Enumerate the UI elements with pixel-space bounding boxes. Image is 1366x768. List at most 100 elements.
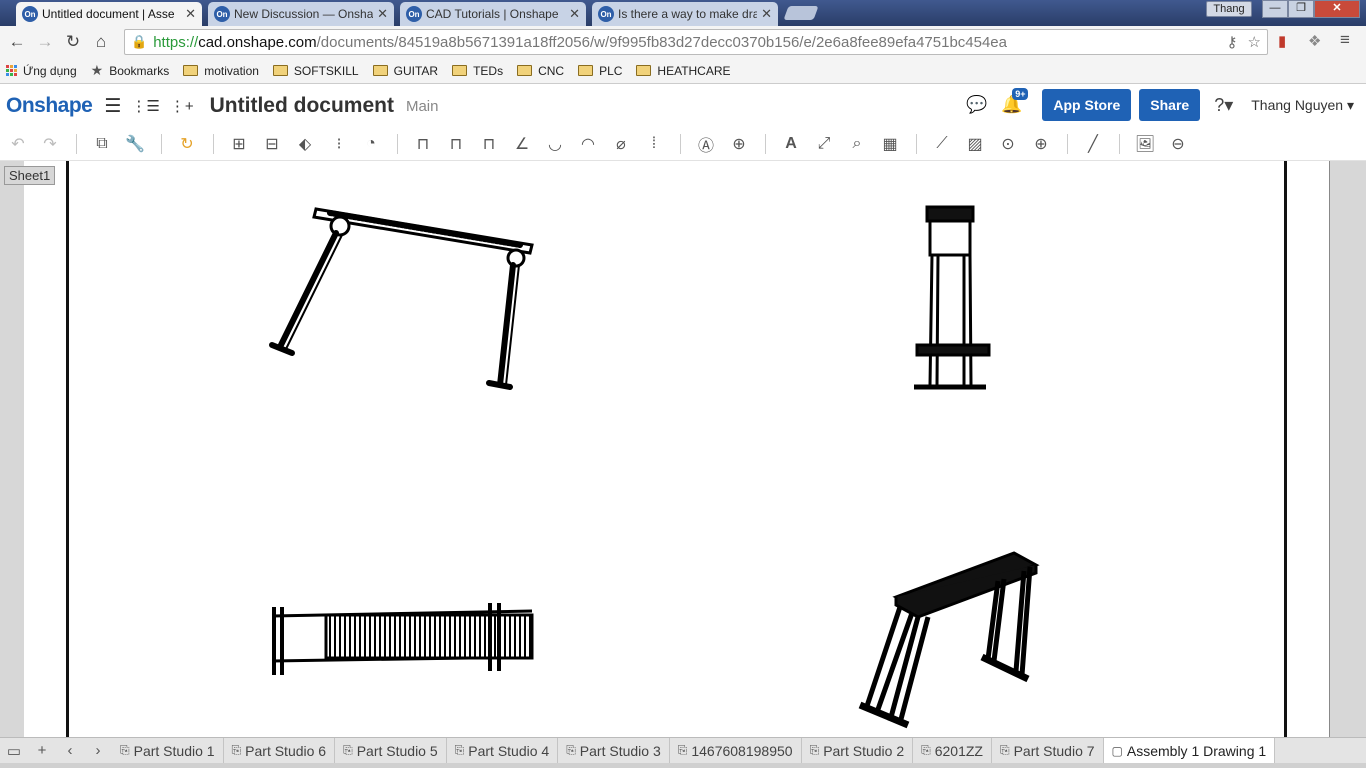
bookmark-folder-softskill[interactable]: SOFTSKILL (272, 64, 359, 78)
point-icon[interactable]: ⊕ (1031, 134, 1051, 154)
detail-view-icon[interactable]: ◔ (361, 134, 381, 154)
browser-tab-title: Is there a way to make dra (618, 7, 758, 21)
auxiliary-view-icon[interactable]: ⬖ (295, 134, 315, 154)
angular-dimension-icon[interactable]: ∠ (512, 134, 532, 154)
home-icon[interactable]: ⌂ (87, 28, 115, 56)
bookmark-bookmarks[interactable]: ★ Bookmarks (91, 62, 170, 79)
insert-view-icon[interactable]: ⊞ (229, 134, 249, 154)
help-icon[interactable]: ?▾ (1214, 95, 1233, 116)
lock-icon[interactable]: 🔒 (131, 34, 147, 50)
close-tab-icon[interactable]: ✕ (185, 6, 196, 22)
scroll-tabs-left-icon[interactable]: ‹ (56, 742, 84, 759)
tab-part-studio-7[interactable]: ⎘ Part Studio 7 (992, 737, 1104, 764)
tab-label: Part Studio 1 (133, 742, 215, 759)
forward-arrow-icon[interactable]: → (31, 28, 59, 56)
leader-icon[interactable]: ⤢ (814, 134, 834, 154)
bookmark-folder-heathcare[interactable]: HEATHCARE (636, 64, 731, 78)
bookmark-folder-teds[interactable]: TEDs (452, 64, 503, 78)
browser-profile-button[interactable]: Thang (1206, 1, 1252, 17)
key-icon[interactable]: ⚷ (1227, 33, 1238, 51)
tab-6201zz[interactable]: ⎘ 6201ZZ (913, 737, 992, 764)
bookmark-folder-cnc[interactable]: CNC (517, 64, 564, 78)
browser-tab-3[interactable]: On Is there a way to make dra ✕ (592, 2, 778, 26)
browser-tab-0[interactable]: On Untitled document | Asse ✕ (16, 2, 202, 26)
app-store-button[interactable]: App Store (1042, 89, 1132, 121)
projected-view-icon[interactable]: ⊟ (262, 134, 282, 154)
comments-icon[interactable]: 💬 (966, 95, 987, 115)
bookmark-star-icon[interactable]: ☆ (1248, 33, 1261, 51)
baseline-dimension-icon[interactable]: ⊓ (446, 134, 466, 154)
restore-icon[interactable]: ❐ (1288, 0, 1314, 18)
tab-part-studio-2[interactable]: ⎘ Part Studio 2 (802, 737, 914, 764)
centerline-icon[interactable]: ⟋ (932, 134, 952, 154)
drawing-canvas[interactable]: Sheet1 (0, 161, 1366, 737)
minimize-icon[interactable]: — (1262, 0, 1288, 18)
arc-dimension-icon[interactable]: ◠ (578, 134, 598, 154)
undo-icon[interactable]: ↶ (8, 134, 28, 154)
tab-1467608198950[interactable]: ⎘ 1467608198950 (670, 737, 802, 764)
tab-assembly-1-drawing-1[interactable]: ▢ Assembly 1 Drawing 1 (1103, 737, 1276, 764)
dropbox-icon[interactable]: ❖ (1308, 32, 1321, 50)
bookmark-label: Ứng dụng (23, 63, 77, 78)
ordinate-dimension-icon[interactable]: ⊓ (479, 134, 499, 154)
hatch-icon[interactable]: ▨ (965, 134, 985, 154)
reload-icon[interactable]: ↻ (59, 28, 87, 56)
tab-part-studio-1[interactable]: ⎘ Part Studio 1 (112, 737, 224, 764)
forward-circle-icon[interactable]: ⊖ (1168, 134, 1188, 154)
browser-tab-1[interactable]: On New Discussion — Onsha ✕ (208, 2, 394, 26)
callout-icon[interactable]: ⊕ (729, 134, 749, 154)
tab-label: Part Studio 5 (356, 742, 438, 759)
copy-view-icon[interactable]: ⧉ (92, 134, 112, 154)
notifications-icon[interactable]: 🔔 9+ (1001, 88, 1029, 115)
extension-icon[interactable]: ▮ (1278, 32, 1286, 50)
bookmark-label: Bookmarks (109, 63, 170, 78)
scroll-tabs-right-icon[interactable]: › (84, 742, 112, 759)
table-icon[interactable]: ▦ (880, 134, 900, 154)
hole-table-icon[interactable]: ⁞ (644, 134, 664, 154)
update-icon[interactable]: ↻ (177, 134, 197, 154)
notification-badge: 9+ (1012, 88, 1029, 100)
tab-part-studio-6[interactable]: ⎘ Part Studio 6 (224, 737, 336, 764)
window-close-icon[interactable]: ✕ (1314, 0, 1360, 18)
onshape-logo[interactable]: Onshape (6, 94, 93, 118)
centermark-icon[interactable]: ⊙ (998, 134, 1018, 154)
close-tab-icon[interactable]: ✕ (761, 6, 772, 22)
wrench-icon[interactable]: 🔧 (125, 134, 145, 154)
diameter-dimension-icon[interactable]: ⌀ (611, 134, 631, 154)
tab-part-studio-3[interactable]: ⎘ Part Studio 3 (558, 737, 670, 764)
chrome-menu-icon[interactable]: ≡ (1340, 30, 1350, 50)
tab-list-icon[interactable]: ▭ (0, 742, 28, 760)
bookmark-label: GUITAR (393, 63, 439, 78)
close-tab-icon[interactable]: ✕ (377, 6, 388, 22)
linear-dimension-icon[interactable]: ⊓ (413, 134, 433, 154)
branch-label[interactable]: Main (406, 98, 439, 115)
browser-tab-2[interactable]: On CAD Tutorials | Onshape ✕ (400, 2, 586, 26)
line-icon[interactable]: ╱ (1083, 134, 1103, 154)
insert-icon[interactable]: ⋮+ (170, 97, 194, 115)
export-image-icon[interactable]: 🖼 (1135, 134, 1155, 154)
text-icon[interactable]: A (781, 134, 801, 154)
close-tab-icon[interactable]: ✕ (569, 6, 580, 22)
note-icon[interactable]: Ⓐ (696, 134, 716, 155)
feature-list-icon[interactable]: ⋮☰ (131, 97, 159, 115)
section-view-icon[interactable]: ⁝ (329, 134, 349, 154)
radial-dimension-icon[interactable]: ◡ (545, 134, 565, 154)
inspect-icon[interactable]: ⌕ (847, 134, 867, 154)
share-button[interactable]: Share (1139, 89, 1201, 121)
bookmark-apps[interactable]: Ứng dụng (6, 64, 77, 78)
add-tab-icon[interactable]: + (28, 742, 56, 759)
back-arrow-icon[interactable]: ← (3, 28, 31, 56)
url-scheme: https:// (153, 33, 199, 51)
document-title[interactable]: Untitled document (210, 94, 394, 118)
tab-part-studio-5[interactable]: ⎘ Part Studio 5 (335, 737, 447, 764)
document-menu-icon[interactable]: ☰ (104, 95, 121, 118)
browser-toolbar: ← → ↻ ⌂ 🔒 https://cad.onshape.com/docume… (0, 26, 1366, 58)
tab-part-studio-4[interactable]: ⎘ Part Studio 4 (447, 737, 559, 764)
address-bar[interactable]: 🔒 https://cad.onshape.com/documents/8451… (124, 29, 1268, 55)
user-menu[interactable]: Thang Nguyen ▾ (1251, 97, 1354, 114)
redo-icon[interactable]: ↷ (40, 134, 60, 154)
bookmark-folder-guitar[interactable]: GUITAR (372, 63, 439, 78)
bookmark-folder-motivation[interactable]: motivation (183, 64, 259, 78)
bookmark-folder-plc[interactable]: PLC (578, 64, 622, 78)
new-tab-button[interactable] (783, 6, 819, 20)
